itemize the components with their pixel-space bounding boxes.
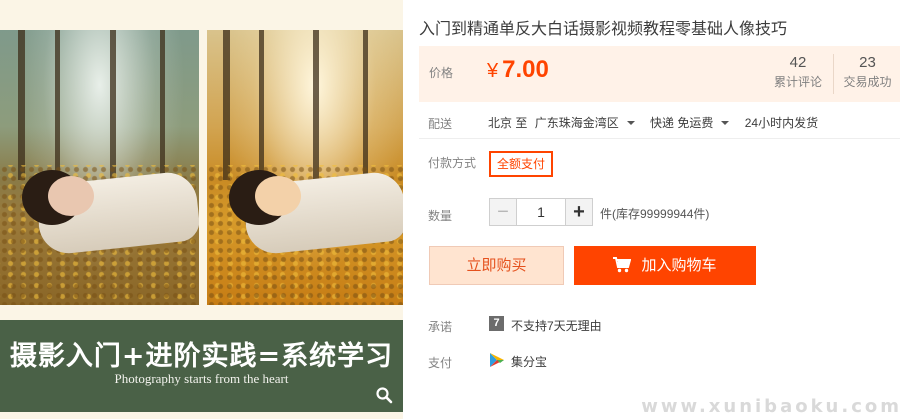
deals-count: 23 <box>859 54 876 71</box>
product-photo-after <box>207 30 403 305</box>
promise-text[interactable]: 不支持7天无理由 <box>511 317 602 334</box>
quantity-decrease-button[interactable]: − <box>489 198 517 226</box>
chevron-down-icon <box>721 120 730 125</box>
product-image-gallery[interactable]: 摄影入门+进阶实践=系统学习 Photography starts from t… <box>0 0 403 419</box>
tree-trunk <box>259 30 264 180</box>
shipping-label: 配送 <box>428 117 453 131</box>
price-value: ¥7.00 <box>487 56 549 84</box>
quantity-increase-button[interactable]: + <box>565 198 593 226</box>
shipping-method: 快递 免运费 <box>650 116 714 130</box>
deals-stat: 23 交易成功 <box>833 54 901 94</box>
deals-label: 交易成功 <box>843 75 892 89</box>
add-to-cart-label: 加入购物车 <box>641 257 717 274</box>
stock-info: 件(库存99999944件) <box>600 207 710 221</box>
cart-icon <box>613 256 632 272</box>
quantity-label: 数量 <box>428 209 453 223</box>
product-banner: 摄影入门+进阶实践=系统学习 Photography starts from t… <box>0 320 403 412</box>
divider <box>419 138 900 139</box>
tree-trunk <box>223 30 230 180</box>
shipping-method-select[interactable]: 快递 免运费 <box>650 116 737 130</box>
price-panel: 价格 ¥7.00 42 累计评论 23 交易成功 <box>419 46 900 102</box>
zoom-icon[interactable] <box>375 386 393 404</box>
tree-trunk <box>160 30 165 180</box>
shipping-destination: 广东珠海金湾区 <box>534 116 619 130</box>
promise-label: 承诺 <box>428 320 453 334</box>
buy-now-button[interactable]: 立即购买 <box>429 246 564 285</box>
watermark: www.xunibaoku.com <box>641 396 902 417</box>
price-label: 价格 <box>429 66 454 80</box>
tree-trunk <box>313 30 319 180</box>
tree-trunk <box>18 30 25 180</box>
pay-method-text: 集分宝 <box>511 355 548 369</box>
shipping-from: 北京 至 <box>488 116 528 130</box>
shipping-destination-select[interactable]: 广东珠海金湾区 <box>535 116 643 130</box>
product-photo-before <box>0 30 199 305</box>
shipping-dispatch: 24小时内发货 <box>744 116 819 130</box>
shipping-row: 北京 至 广东珠海金湾区 快递 免运费 24小时内发货 <box>488 114 822 131</box>
tree-trunk <box>55 30 60 180</box>
reviews-stat[interactable]: 42 累计评论 <box>764 54 832 90</box>
chevron-down-icon <box>626 120 635 125</box>
girl-face <box>48 176 94 216</box>
currency-symbol: ¥ <box>487 60 499 82</box>
tree-trunk <box>110 30 116 180</box>
banner-title: 摄影入门+进阶实践=系统学习 <box>9 341 394 372</box>
girl-face <box>255 176 301 216</box>
quantity-input[interactable]: 1 <box>516 198 566 226</box>
reviews-label: 累计评论 <box>773 75 822 89</box>
jifenbao-icon <box>490 353 504 367</box>
payment-option-full[interactable]: 全额支付 <box>489 151 554 177</box>
product-title: 入门到精通单反大白话摄影视频教程零基础人像技巧 <box>419 21 788 38</box>
banner-subtitle: Photography starts from the heart <box>114 371 289 386</box>
payment-method-label: 付款方式 <box>428 156 477 170</box>
tree-trunk <box>363 30 368 180</box>
add-to-cart-button[interactable]: 加入购物车 <box>574 246 756 285</box>
seven-day-icon: 7 <box>489 316 504 331</box>
reviews-count: 42 <box>789 54 807 71</box>
price-amount: 7.00 <box>502 56 549 83</box>
pay-label: 支付 <box>428 356 453 370</box>
